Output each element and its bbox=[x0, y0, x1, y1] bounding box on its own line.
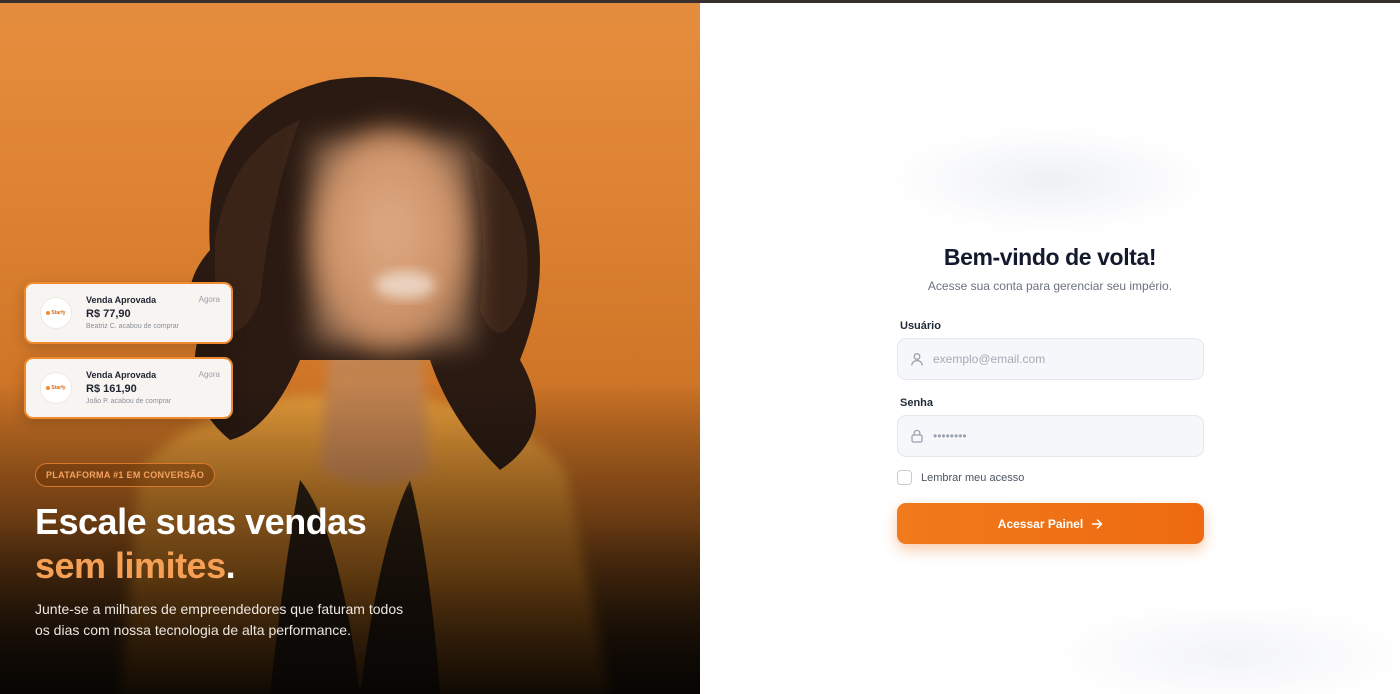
login-title: Bem-vindo de volta! bbox=[943, 244, 1157, 270]
headline-accent: sem limites bbox=[35, 545, 226, 586]
login-subtitle: Acesse sua conta para gerenciar seu impé… bbox=[927, 279, 1173, 293]
notification-detail: Beatriz C. acabou de comprar bbox=[86, 323, 179, 330]
brand-logo-icon: Starfy bbox=[40, 372, 72, 404]
notification-title: Venda Aprovada bbox=[86, 370, 157, 380]
hero-gradient-overlay bbox=[0, 0, 700, 694]
remember-checkbox[interactable] bbox=[897, 470, 912, 485]
notification-detail: João P. acabou de comprar bbox=[86, 398, 172, 405]
remember-label[interactable]: Lembrar meu acesso bbox=[921, 472, 1024, 484]
notification-amount: R$ 77,90 bbox=[86, 308, 131, 320]
headline-period: . bbox=[225, 545, 236, 586]
arrow-right-icon bbox=[1091, 518, 1103, 529]
username-field[interactable] bbox=[897, 338, 1204, 380]
notification-time: Agora bbox=[198, 295, 220, 304]
lock-icon bbox=[911, 429, 923, 443]
login-panel: Bem-vindo de volta! Acesse sua conta par… bbox=[700, 0, 1400, 694]
top-border bbox=[0, 0, 1400, 3]
hero-panel: Starfy Venda Aprovada Agora R$ 77,90 Bea… bbox=[0, 0, 700, 694]
password-label: Senha bbox=[900, 397, 934, 409]
remember-me[interactable]: Lembrar meu acesso bbox=[897, 470, 1024, 485]
password-field[interactable] bbox=[897, 415, 1204, 457]
sale-notification: Starfy Venda Aprovada Agora R$ 77,90 Bea… bbox=[24, 282, 233, 344]
password-input[interactable] bbox=[933, 416, 1193, 456]
user-icon bbox=[911, 353, 923, 366]
submit-label: Acessar Painel bbox=[997, 516, 1084, 531]
notification-time: Agora bbox=[198, 370, 220, 379]
submit-button[interactable]: Acessar Painel bbox=[897, 503, 1204, 544]
notification-amount: R$ 161,90 bbox=[86, 383, 137, 395]
headline-line1: Escale suas vendas bbox=[35, 501, 367, 542]
decorative-blur bbox=[1040, 600, 1400, 694]
hero-headline: Escale suas vendas sem limites. bbox=[35, 500, 367, 588]
hero-subtitle: Junte-se a milhares de empreendedores qu… bbox=[35, 601, 404, 638]
username-label: Usuário bbox=[900, 320, 941, 332]
platform-badge: PLATAFORMA #1 EM CONVERSÃO bbox=[35, 463, 216, 487]
brand-logo-placeholder bbox=[890, 128, 1210, 233]
username-input[interactable] bbox=[933, 339, 1193, 379]
brand-logo-icon: Starfy bbox=[40, 297, 72, 329]
notification-title: Venda Aprovada bbox=[86, 295, 157, 305]
sale-notification: Starfy Venda Aprovada Agora R$ 161,90 Jo… bbox=[24, 357, 233, 419]
